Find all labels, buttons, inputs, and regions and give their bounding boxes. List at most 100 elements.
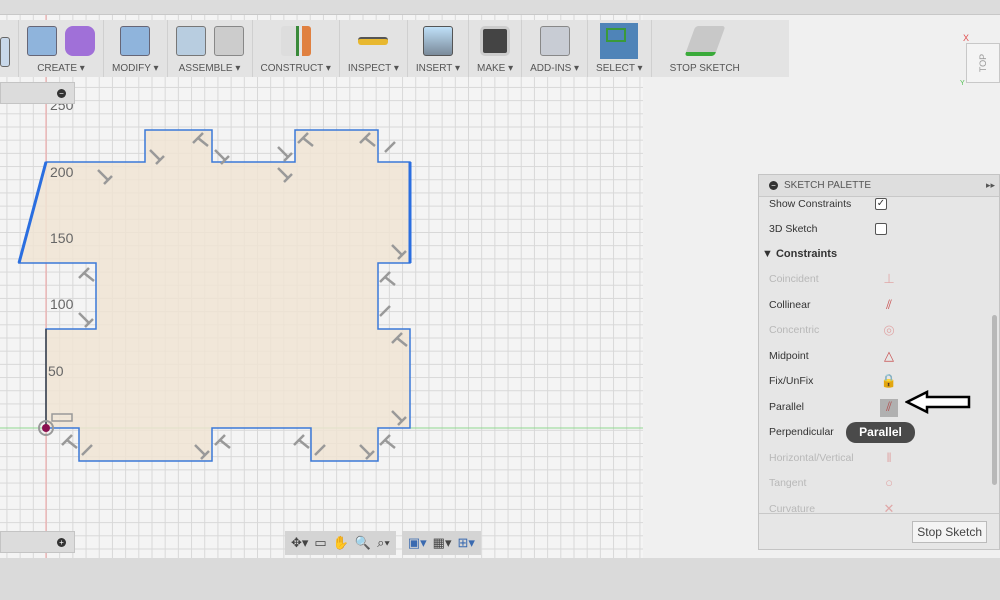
zoom-icon[interactable]: 🔍 <box>355 535 371 551</box>
toolbar-construct[interactable]: CONSTRUCT ▾ <box>253 20 340 77</box>
constraint-label: Horizontal/Vertical <box>769 451 854 464</box>
toolbar-inspect[interactable]: INSPECT ▾ <box>340 20 408 77</box>
construct-plane-icon <box>280 26 311 56</box>
constraints-section-header[interactable]: ▼ Constraints <box>762 248 982 264</box>
constraint-midpoint[interactable]: Midpoint △ <box>769 348 989 366</box>
collapse-icon[interactable]: − <box>769 181 778 190</box>
constraint-label: Parallel <box>769 400 805 413</box>
constraint-horizontal-vertical[interactable]: Horizontal/Vertical ‖ <box>769 450 989 468</box>
joint-icon <box>213 26 244 56</box>
constraint-collinear[interactable]: Collinear ⫽ <box>769 297 989 315</box>
constraint-fix-unfix[interactable]: Fix/UnFix 🔒 <box>769 373 989 391</box>
sketch-geometry[interactable] <box>0 0 643 558</box>
constraint-label: Concentric <box>769 324 820 336</box>
constraint-icon[interactable]: ◎ <box>880 322 898 340</box>
constraint-coincident[interactable]: Coincident ⊥ <box>769 271 989 289</box>
viewports-icon[interactable]: ⊞▾ <box>457 535 474 551</box>
grid-icon[interactable]: ▦▾ <box>433 535 452 551</box>
axis-label-200: 200 <box>50 164 74 180</box>
constraint-icon[interactable]: 🔒 <box>880 373 898 391</box>
new-component-icon <box>175 26 206 56</box>
toolbar-make[interactable]: MAKE ▾ <box>469 20 523 77</box>
navigation-bar: ✥▾ ▭ ✋ 🔍 ⌕▾ ▣▾ ▦▾ ⊞▾ <box>285 531 481 555</box>
option-label: 3D Sketch <box>769 223 818 235</box>
constraint-icon[interactable]: ⫽ <box>880 398 898 417</box>
add-ins-label: ADD-INS ▾ <box>530 63 580 74</box>
view-cube[interactable]: TOP <box>966 43 1000 83</box>
x-axis-label: X <box>963 33 970 43</box>
toolbar-stop-sketch[interactable]: STOP SKETCH <box>652 20 758 77</box>
pan-icon[interactable]: ✋ <box>333 535 349 551</box>
timeline-bar <box>0 558 1000 600</box>
collapse-icon[interactable]: − <box>57 88 66 98</box>
sketch-palette: − SKETCH PALETTE ▸▸ Show Constraints ✓ 3D S… <box>758 174 1000 550</box>
modify-icon <box>120 26 151 56</box>
assemble-label: ASSEMBLE ▾ <box>178 63 241 74</box>
stop-sketch-icon <box>684 26 726 56</box>
toolbar-assemble[interactable]: ASSEMBLE ▾ <box>168 20 253 77</box>
insert-image-icon <box>422 26 453 56</box>
palette-scrollbar[interactable] <box>992 315 997 485</box>
construct-label: CONSTRUCT ▾ <box>260 63 331 74</box>
modify-label: MODIFY ▾ <box>112 63 159 74</box>
annotation-arrow <box>905 390 971 414</box>
constraint-concentric[interactable]: Concentric ◎ <box>769 322 989 340</box>
option-label: Show Constraints <box>769 198 852 210</box>
comments-panel[interactable]: + <box>0 531 75 553</box>
show-constraints-option[interactable]: Show Constraints ✓ <box>769 198 989 214</box>
palette-title: SKETCH PALETTE <box>784 180 872 191</box>
nav-group-2: ▣▾ ▦▾ ⊞▾ <box>401 531 481 555</box>
constraint-label: Midpoint <box>769 349 809 362</box>
axis-label-100: 100 <box>50 296 74 312</box>
expand-arrows-icon[interactable]: ▸▸ <box>986 180 995 191</box>
constraint-label: Coincident <box>769 273 819 285</box>
insert-label: INSERT ▾ <box>415 63 460 74</box>
toolbar-select[interactable]: SELECT ▾ <box>588 20 652 77</box>
expand-icon[interactable]: + <box>57 537 66 547</box>
view-cube-face[interactable]: TOP <box>978 54 988 72</box>
show-constraints-checkbox[interactable]: ✓ <box>875 198 887 210</box>
3d-sketch-checkbox[interactable] <box>875 223 887 235</box>
fit-icon[interactable]: ⌕▾ <box>377 535 390 551</box>
3d-print-icon <box>480 26 511 56</box>
toolbar-modify[interactable]: MODIFY ▾ <box>104 20 168 77</box>
inspect-label: INSPECT ▾ <box>347 63 399 74</box>
axis-label-150: 150 <box>50 230 74 246</box>
palette-header[interactable]: − SKETCH PALETTE ▸▸ <box>759 175 999 197</box>
axis-label-50: 50 <box>48 363 64 379</box>
constraint-icon[interactable]: ⫽ <box>880 297 898 315</box>
select-label: SELECT ▾ <box>596 63 643 74</box>
constraint-icon[interactable]: ‖ <box>880 450 898 468</box>
sketch-profile[interactable] <box>18 129 411 462</box>
select-icon <box>600 23 639 59</box>
toolbar-insert[interactable]: INSERT ▾ <box>408 20 469 77</box>
constraint-label: Collinear <box>769 298 811 311</box>
main-toolbar: CREATE ▾ MODIFY ▾ ASSEMBLE ▾ CONSTRUCT ▾… <box>0 20 789 77</box>
constraint-icon[interactable]: ○ <box>880 475 898 493</box>
tooltip: Parallel <box>846 422 915 443</box>
3d-sketch-option[interactable]: 3D Sketch <box>769 223 989 239</box>
constraint-icon[interactable]: △ <box>880 348 898 366</box>
toolbar-add-ins[interactable]: ADD-INS ▾ <box>522 20 589 77</box>
constraint-label: Perpendicular <box>769 426 834 438</box>
display-settings-icon[interactable]: ▣▾ <box>408 535 427 551</box>
form-icon <box>65 26 95 56</box>
measure-icon <box>358 37 389 45</box>
scripts-icon <box>539 26 570 56</box>
palette-footer: Stop Sketch <box>759 513 999 549</box>
browser-panel[interactable]: − <box>0 82 75 104</box>
orbit-icon[interactable]: ✥▾ <box>291 535 308 551</box>
constraint-icon[interactable]: ⊥ <box>880 271 898 289</box>
toolbar-partial <box>0 20 19 77</box>
constraint-label: Tangent <box>769 477 807 489</box>
look-at-icon[interactable]: ▭ <box>314 535 326 551</box>
constraint-label: Fix/UnFix <box>769 375 814 387</box>
toolbar-create[interactable]: CREATE ▾ <box>19 20 104 77</box>
stop-sketch-button[interactable]: Stop Sketch <box>912 521 987 543</box>
box-icon <box>27 26 57 56</box>
create-label: CREATE ▾ <box>37 63 85 74</box>
origin-dot <box>42 424 50 432</box>
y-axis-label: Y <box>960 80 965 87</box>
nav-group-1: ✥▾ ▭ ✋ 🔍 ⌕▾ <box>285 531 396 555</box>
constraint-tangent[interactable]: Tangent ○ <box>769 475 989 493</box>
